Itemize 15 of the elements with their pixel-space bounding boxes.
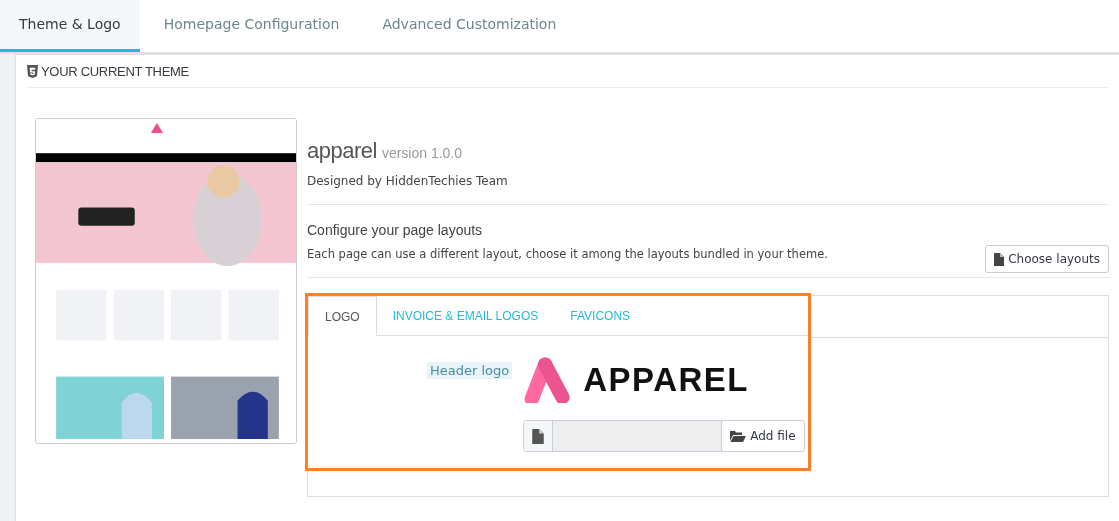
html5-icon: [27, 64, 38, 78]
section-title: Configure your page layouts: [307, 222, 484, 238]
field-label: Header logo: [427, 362, 513, 379]
theme-author: Designed by HiddenTechies Team: [307, 174, 509, 188]
tab[interactable]: LOGO: [308, 296, 377, 336]
panel-title: YOUR CURRENT THEME: [41, 63, 189, 79]
theme-version: version 1.0.0: [381, 145, 463, 161]
section-description: Each page can use a different layout, choose it among the layouts bundled in your theme.: [307, 247, 828, 261]
tab[interactable]: Homepage Configuration: [144, 0, 359, 52]
tab[interactable]: Theme & Logo: [0, 0, 140, 52]
tab[interactable]: Advanced Customization: [363, 0, 576, 52]
file-icon: [994, 252, 1005, 266]
logo: APPAREL: [523, 356, 806, 404]
theme-name: apparel: [307, 138, 377, 164]
choose-layouts-button[interactable]: Choose layouts: [985, 245, 1109, 273]
